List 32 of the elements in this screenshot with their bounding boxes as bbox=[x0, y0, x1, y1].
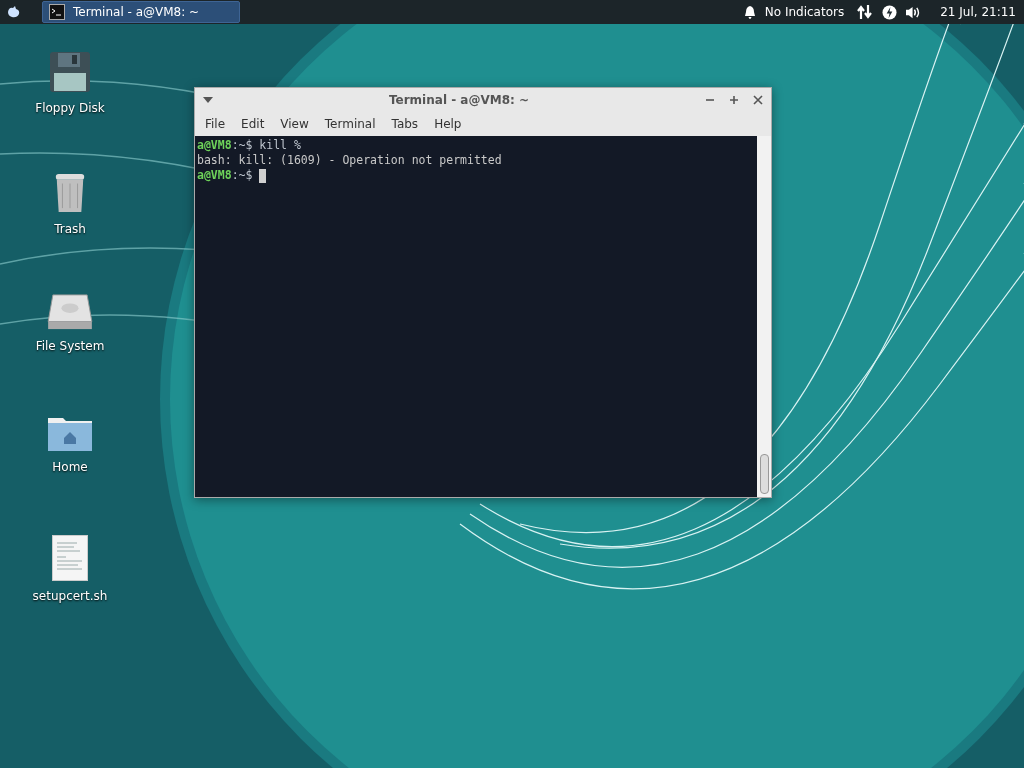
taskbar-button[interactable]: Terminal - a@VM8: ~ bbox=[42, 1, 240, 23]
indicators-label: No Indicators bbox=[764, 5, 845, 19]
terminal-command: :~$ kill % bbox=[231, 138, 301, 153]
window-title: Terminal - a@VM8: ~ bbox=[387, 93, 531, 107]
menu-item[interactable]: Help bbox=[426, 115, 470, 133]
menu-item[interactable]: Terminal bbox=[316, 115, 384, 133]
menu-item[interactable]: Edit bbox=[233, 115, 273, 133]
trash-icon[interactable] bbox=[53, 172, 87, 214]
desktop-icon-label[interactable]: setupcert.sh bbox=[32, 589, 108, 603]
desktop-icon-label[interactable]: File System bbox=[35, 339, 105, 353]
app-menu-icon[interactable] bbox=[6, 4, 22, 20]
desktop-icon-label[interactable]: Home bbox=[52, 460, 88, 474]
window-menu-icon[interactable] bbox=[203, 97, 213, 103]
network-icon[interactable] bbox=[856, 4, 875, 20]
bell-icon[interactable] bbox=[742, 5, 757, 19]
close-icon[interactable] bbox=[753, 95, 763, 105]
power-icon[interactable] bbox=[882, 4, 898, 20]
scrollbar-thumb[interactable] bbox=[759, 454, 769, 494]
clock[interactable]: 21 Jul, 21:11 bbox=[940, 5, 1016, 19]
terminal-command: :~$ bbox=[231, 168, 254, 183]
terminal-output: bash: kill: (1609) - Operation not permitted bbox=[197, 153, 502, 168]
desktop-icon-label[interactable]: Trash bbox=[54, 222, 86, 236]
prompt-user: a@VM8 bbox=[197, 138, 232, 153]
desktop-icon-label[interactable]: Floppy Disk bbox=[35, 101, 105, 115]
hard-drive-icon[interactable] bbox=[47, 293, 93, 331]
prompt-user: a@VM8 bbox=[197, 168, 232, 183]
menu-item[interactable]: Tabs bbox=[383, 115, 427, 133]
menu-item[interactable]: File bbox=[197, 115, 234, 133]
terminal-icon bbox=[49, 4, 65, 20]
scrollbar[interactable] bbox=[757, 136, 771, 497]
maximize-icon[interactable] bbox=[729, 95, 739, 105]
menu-item[interactable]: View bbox=[272, 115, 317, 133]
